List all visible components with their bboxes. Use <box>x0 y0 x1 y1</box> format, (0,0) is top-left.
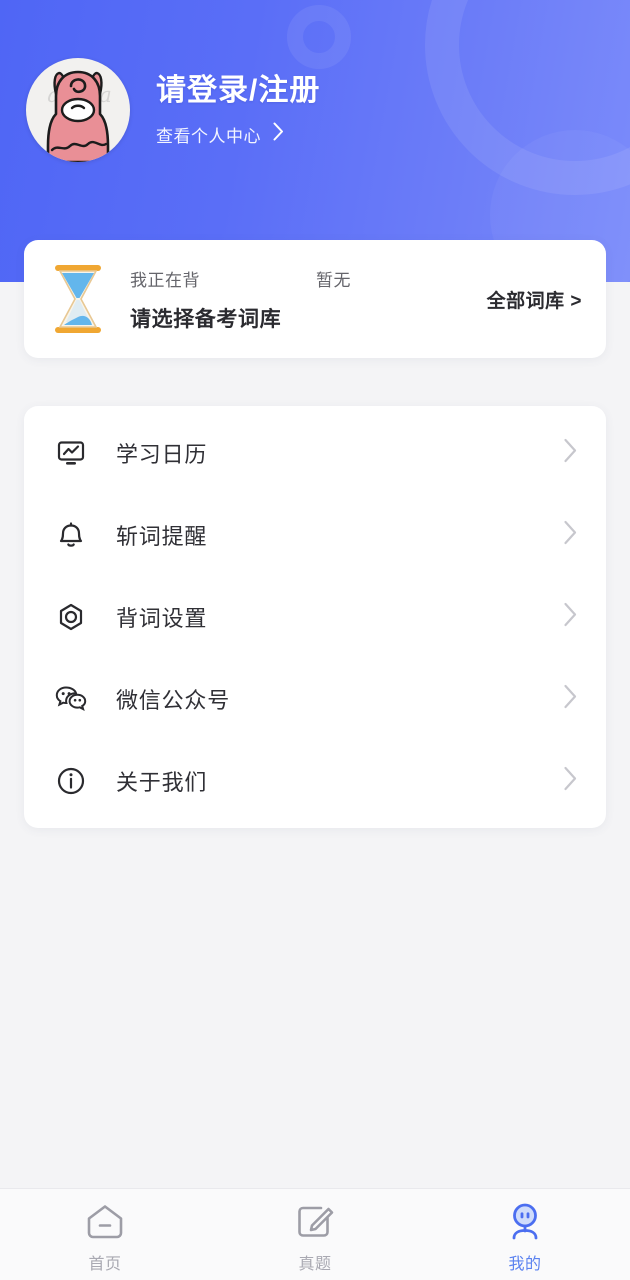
bell-icon <box>54 518 88 552</box>
info-circle-icon <box>54 764 88 798</box>
menu-item-label: 微信公众号 <box>116 688 231 713</box>
view-profile-center-link[interactable]: 查看个人中心 <box>156 122 320 147</box>
chart-monitor-icon <box>54 436 88 470</box>
wordbank-card[interactable]: 我正在背 暂无 请选择备考词库 全部词库 > <box>24 240 606 358</box>
menu-item-label: 斩词提醒 <box>116 524 208 549</box>
bottom-tab-bar: 首页 真题 我的 <box>0 1188 630 1280</box>
tab-home[interactable]: 首页 <box>0 1189 210 1280</box>
menu-item-word-reminder[interactable]: 斩词提醒 <box>24 494 606 576</box>
chevron-right-icon <box>563 766 578 797</box>
chevron-right-icon <box>563 520 578 551</box>
menu-item-label: 学习日历 <box>116 442 208 467</box>
person-avatar-icon <box>505 1200 545 1244</box>
wordbank-status-label: 我正在背 <box>130 270 200 290</box>
profile-text-block: 请登录/注册 查看个人中心 <box>156 74 320 147</box>
login-register-title[interactable]: 请登录/注册 <box>156 74 320 108</box>
llama-avatar-art <box>46 70 110 162</box>
wordbank-status-value: 暂无 <box>316 270 351 290</box>
home-icon <box>85 1200 125 1244</box>
wechat-icon <box>54 682 88 716</box>
all-wordbanks-button[interactable]: 全部词库 > <box>477 286 582 313</box>
menu-item-memorize-settings[interactable]: 背词设置 <box>24 576 606 658</box>
tab-label: 我的 <box>508 1255 542 1273</box>
app-screen: alpacainn 请登录/注册 <box>0 0 630 1280</box>
view-profile-center-label: 查看个人中心 <box>156 126 261 146</box>
chevron-right-icon <box>563 602 578 633</box>
tab-mine[interactable]: 我的 <box>420 1189 630 1280</box>
chevron-right-icon <box>273 122 284 146</box>
tab-exams[interactable]: 真题 <box>210 1189 420 1280</box>
settings-menu-card: 学习日历 斩词提醒 背词设置 微信公众号 关于我们 <box>24 406 606 828</box>
llama-avatar[interactable]: alpacainn <box>26 58 130 162</box>
hex-gear-icon <box>54 600 88 634</box>
menu-item-study-calendar[interactable]: 学习日历 <box>24 412 606 494</box>
menu-item-about-us[interactable]: 关于我们 <box>24 740 606 822</box>
tab-label: 真题 <box>298 1255 332 1273</box>
wordbank-status-row: 我正在背 暂无 <box>130 266 477 291</box>
profile-block[interactable]: alpacainn 请登录/注册 <box>26 58 320 162</box>
chevron-right-icon <box>563 684 578 715</box>
hourglass-icon <box>55 265 101 333</box>
menu-item-label: 背词设置 <box>116 606 208 631</box>
wordbank-texts: 我正在背 暂无 请选择备考词库 <box>130 266 477 333</box>
chevron-right-icon <box>563 438 578 469</box>
wordbank-main-text: 请选择备考词库 <box>130 307 282 331</box>
menu-item-wechat-official[interactable]: 微信公众号 <box>24 658 606 740</box>
tab-label: 首页 <box>88 1255 122 1273</box>
menu-item-label: 关于我们 <box>116 770 208 795</box>
edit-square-icon <box>295 1200 335 1244</box>
